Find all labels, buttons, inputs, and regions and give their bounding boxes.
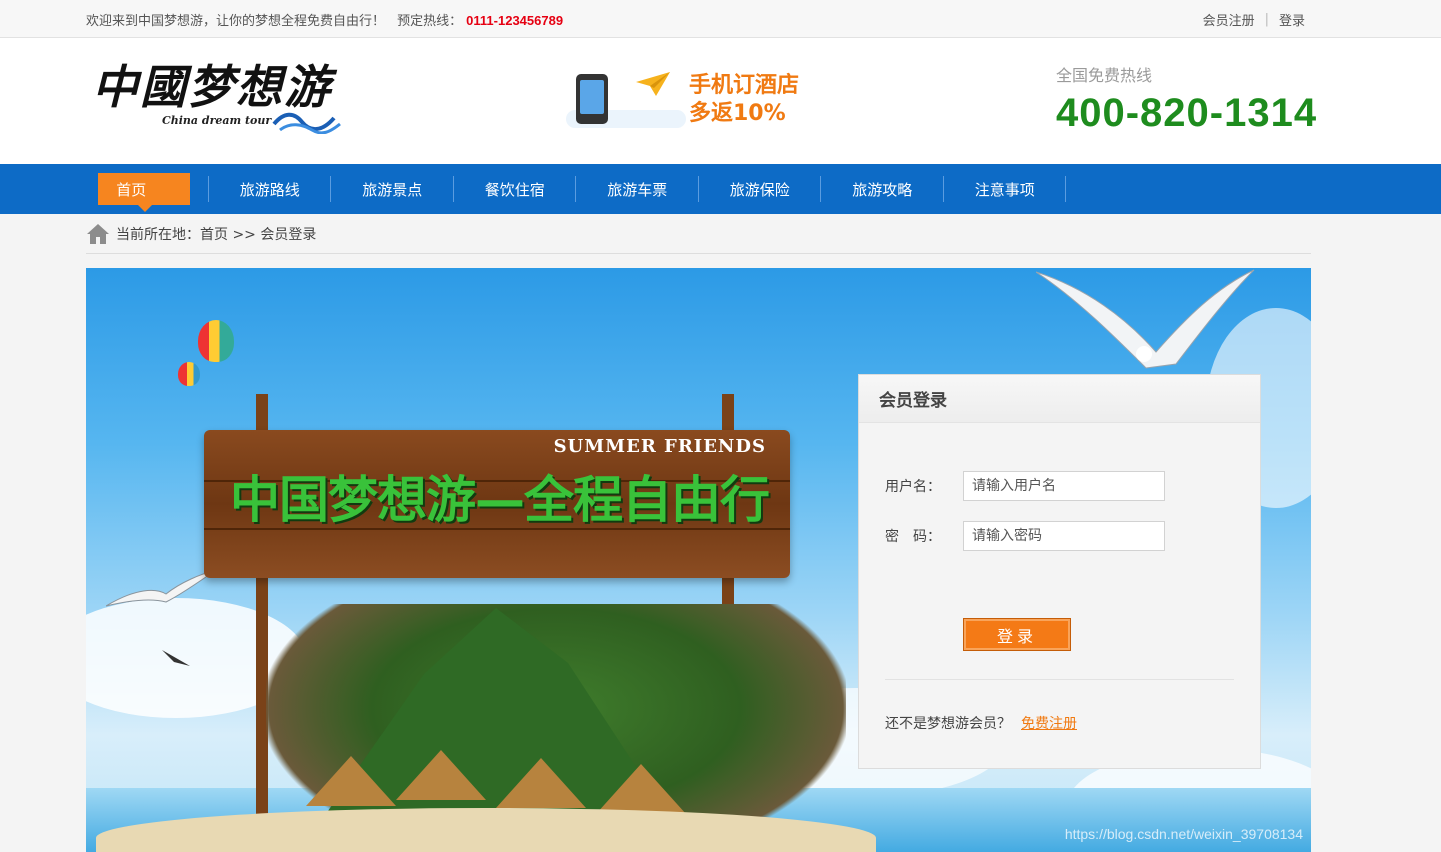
hut — [596, 764, 686, 814]
watermark: https://blog.csdn.net/weixin_39708134 — [1064, 826, 1303, 842]
hot-air-balloon-icon — [178, 362, 200, 386]
nav-label: 旅游保险 — [729, 180, 790, 199]
login-title: 会员登录 — [859, 375, 1260, 423]
register-prompt: 还不是梦想游会员？ 免费注册 — [885, 713, 1077, 733]
nav-item-guides[interactable]: 旅游攻略 — [821, 164, 944, 214]
nav-label: 旅游路线 — [239, 180, 300, 199]
panel-divider — [885, 679, 1234, 680]
login-button[interactable]: 登录 — [963, 618, 1071, 651]
promo-line-1: 手机订酒店 — [689, 73, 800, 98]
link-divider: | — [1264, 11, 1269, 27]
phone-icon — [576, 74, 608, 124]
free-hotline-label: 全国免费热线 — [1056, 66, 1153, 85]
username-input[interactable] — [963, 471, 1165, 501]
nav-item-tickets[interactable]: 旅游车票 — [576, 164, 699, 214]
top-bar: 欢迎来到中国梦想游，让你的梦想全程免费自由行！ 预定热线： 0111-123456… — [0, 0, 1441, 38]
breadcrumb: 当前所在地：首页 >> 会员登录 — [86, 214, 1311, 254]
mobile-hotel-promo[interactable]: 手机订酒店 多返10% — [566, 68, 826, 138]
hut — [396, 750, 486, 800]
paper-plane-icon — [636, 72, 670, 96]
nav-label: 旅游攻略 — [852, 180, 913, 199]
password-input[interactable] — [963, 521, 1165, 551]
hut — [496, 758, 586, 808]
nav-item-dining-lodging[interactable]: 餐饮住宿 — [454, 164, 577, 214]
breadcrumb-text: 当前所在地：首页 >> 会员登录 — [116, 226, 317, 243]
logo-subtitle: China dream tour — [162, 114, 272, 127]
nav-label: 旅游景点 — [362, 180, 423, 199]
site-header: 中國梦想游 China dream tour 手机订酒店 多返10% 全国免费热… — [0, 38, 1441, 164]
wooden-sign: SUMMER FRIENDS 中国梦想游—全程自由行 — [204, 430, 790, 578]
sign-title: 中国梦想游—全程自由行 — [230, 471, 770, 529]
wave-icon — [272, 112, 341, 134]
main-nav: 首页 旅游路线 旅游景点 餐饮住宿 旅游车票 旅游保险 旅游攻略 注意事项 — [0, 164, 1441, 214]
password-label: 密 码： — [885, 529, 941, 545]
welcome-text: 欢迎来到中国梦想游，让你的梦想全程免费自由行！ — [86, 13, 386, 29]
logo-text-china: 中國 — [92, 60, 188, 114]
welcome-message: 欢迎来到中国梦想游，让你的梦想全程免费自由行！ 预定热线： 0111-123456… — [86, 10, 563, 29]
free-hotline-number: 400-820-1314 — [1056, 91, 1318, 135]
home-icon — [87, 223, 109, 244]
seagull-icon — [162, 650, 190, 666]
booking-hotline-label: 预定热线： — [397, 13, 463, 29]
nav-label: 注意事项 — [974, 180, 1035, 199]
booking-hotline-number: 0111-123456789 — [466, 12, 564, 28]
nav-item-home[interactable]: 首页 — [86, 164, 209, 214]
nav-label: 首页 — [116, 180, 147, 199]
seagull-icon — [1036, 269, 1255, 369]
nav-label: 旅游车票 — [607, 180, 668, 199]
seagull-icon — [106, 569, 216, 607]
password-row: 密 码： — [885, 521, 1165, 551]
nav-item-insurance[interactable]: 旅游保险 — [699, 164, 822, 214]
login-link[interactable]: 登录 — [1279, 10, 1305, 29]
nav-label: 餐饮住宿 — [484, 180, 545, 199]
username-row: 用户名： — [885, 471, 1165, 501]
hut — [306, 756, 396, 806]
promo-line-2: 多返10% — [689, 101, 786, 126]
nav-item-notices[interactable]: 注意事项 — [944, 164, 1067, 214]
nav-item-routes[interactable]: 旅游路线 — [209, 164, 332, 214]
nav-item-attractions[interactable]: 旅游景点 — [331, 164, 454, 214]
account-links: 会员注册 | 登录 — [1203, 10, 1305, 29]
register-link[interactable]: 会员注册 — [1203, 10, 1255, 29]
register-prompt-text: 还不是梦想游会员？ — [885, 716, 1011, 732]
sign-subtitle: SUMMER FRIENDS — [553, 436, 766, 457]
username-label: 用户名： — [885, 479, 941, 495]
hot-air-balloon-icon — [198, 320, 234, 362]
site-logo[interactable]: 中國梦想游 China dream tour — [92, 58, 342, 136]
login-panel: 会员登录 用户名： 密 码： 登录 还不是梦想游会员？ 免费注册 — [858, 374, 1261, 769]
free-hotline: 全国免费热线 400-820-1314 — [1056, 62, 1317, 136]
free-register-link[interactable]: 免费注册 — [1021, 716, 1077, 732]
